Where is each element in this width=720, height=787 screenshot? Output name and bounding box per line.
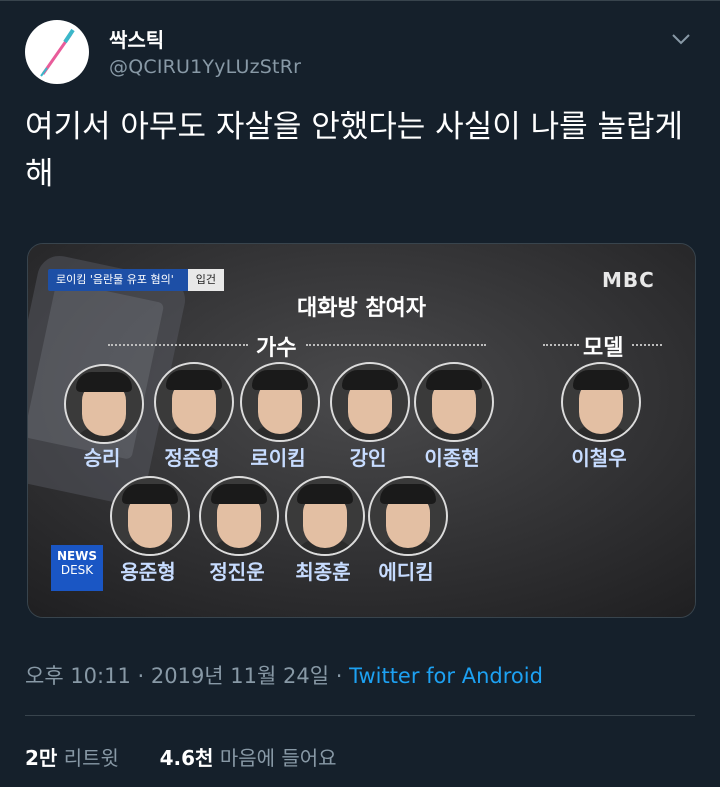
- face-photo: [110, 476, 190, 556]
- divider-dots-right: [306, 344, 486, 346]
- media-title: 대화방 참여자: [296, 296, 427, 321]
- tweet-timestamp[interactable]: 오후 10:11 · 2019년 11월 24일 ·: [25, 664, 349, 688]
- retweets-label: 리트윗: [63, 746, 119, 770]
- top-border: [0, 0, 720, 1]
- tweet-stats: 2만 리트윗 4.6천 마음에 들어요: [25, 742, 337, 771]
- section-label-singer: 가수: [256, 336, 297, 361]
- person-name-model: 이철우: [571, 446, 627, 470]
- face-photo: [199, 476, 279, 556]
- person-name: 에디킴: [378, 560, 434, 584]
- face-photo: [368, 476, 448, 556]
- newsdesk-line2: DESK: [60, 563, 94, 577]
- retweets-stat[interactable]: 2만 리트윗: [25, 746, 119, 770]
- divider-dots-left: [108, 344, 248, 346]
- divider: [25, 715, 695, 716]
- tweet-text: 여기서 아무도 자살을 안했다는 사실이 나를 놀랍게해: [25, 109, 684, 192]
- avatar[interactable]: [25, 20, 89, 84]
- display-name[interactable]: 싹스틱: [109, 24, 164, 53]
- divider-dots-model-left: [543, 344, 579, 346]
- tweet-metadata: 오후 10:11 · 2019년 11월 24일 · Twitter for A…: [25, 660, 543, 690]
- tweet-source-link[interactable]: Twitter for Android: [349, 664, 543, 688]
- newsdesk-logo: NEWS DESK: [51, 545, 103, 591]
- face-photo: [154, 362, 234, 442]
- face-photo: [561, 362, 641, 442]
- section-label-model: 모델: [583, 336, 624, 361]
- likes-stat[interactable]: 4.6천 마음에 들어요: [160, 746, 337, 770]
- chevron-down-icon[interactable]: [668, 26, 694, 52]
- face-photo: [330, 362, 410, 442]
- newsdesk-line1: NEWS: [56, 549, 98, 563]
- news-topic-chip: 로이킴 '음란물 유포 혐의' 입건: [48, 269, 224, 291]
- news-topic-suffix: 입건: [187, 269, 224, 291]
- likes-label: 마음에 들어요: [219, 746, 337, 770]
- face-photo: [414, 362, 494, 442]
- username-handle[interactable]: @QCIRU1YyLUzStRr: [109, 56, 301, 78]
- person-name: 이종현: [424, 446, 480, 470]
- news-topic-text: 로이킴 '음란물 유포 혐의': [56, 273, 174, 286]
- face-photo: [240, 362, 320, 442]
- broadcaster-logo: MBC: [602, 268, 655, 292]
- syringe-icon: [40, 28, 75, 77]
- likes-count: 4.6천: [159, 746, 214, 770]
- face-photo: [64, 364, 144, 444]
- face-photo: [285, 476, 365, 556]
- retweets-count: 2만: [25, 746, 58, 770]
- tweet-media-image[interactable]: 로이킴 '음란물 유포 혐의' 입건 MBC 대화방 참여자 가수 모델 승리 정…: [27, 243, 696, 618]
- tweet-header: 싹스틱 @QCIRU1YyLUzStRr: [25, 20, 700, 84]
- divider-dots-model-right: [632, 344, 662, 346]
